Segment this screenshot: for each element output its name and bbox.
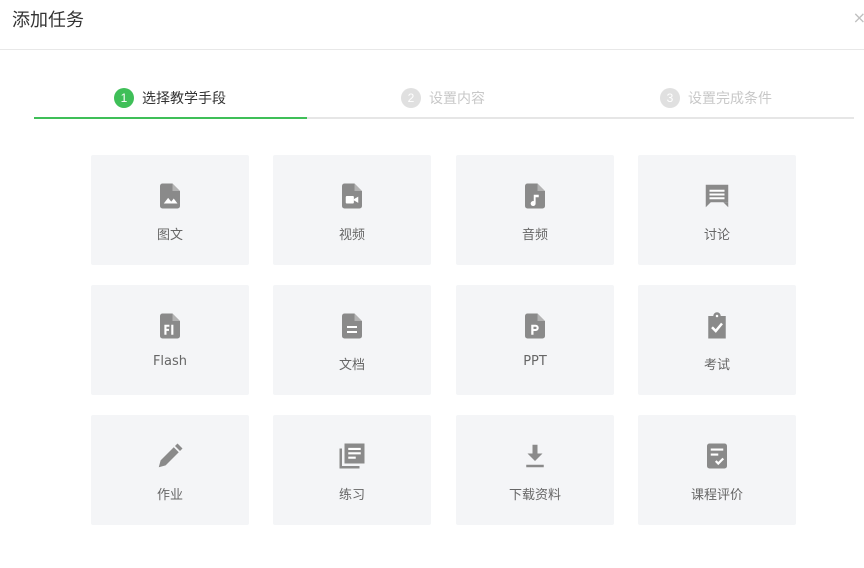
step-3[interactable]: 3 设置完成条件 [660, 78, 772, 118]
add-task-dialog: 添加任务 × 1 选择教学手段 2 设置内容 3 设置完成条件 图文 视频 音频… [0, 0, 864, 568]
step-1[interactable]: 1 选择教学手段 [114, 78, 226, 118]
pencil-icon [155, 441, 185, 471]
tool-grid: 图文 视频 音频 讨论 Flash 文档 PPT 考试 作业 练习 下载资料 课… [91, 155, 797, 525]
step-1-label: 选择教学手段 [142, 91, 226, 107]
tool-card-audio[interactable]: 音频 [456, 155, 614, 265]
dialog-header: 添加任务 × [0, 0, 864, 50]
tool-label: 讨论 [703, 228, 730, 243]
step-2[interactable]: 2 设置内容 [401, 78, 485, 118]
tool-card-exam[interactable]: 考试 [638, 285, 796, 395]
tool-label: 考试 [703, 358, 730, 373]
tool-label: 练习 [338, 488, 365, 503]
tool-card-document[interactable]: 文档 [273, 285, 431, 395]
flash-file-icon [155, 311, 185, 341]
tool-label: 音频 [521, 228, 548, 243]
tool-card-practice[interactable]: 练习 [273, 415, 431, 525]
steps-track-active [34, 117, 307, 119]
ppt-file-icon [520, 311, 550, 341]
step-3-label: 设置完成条件 [688, 91, 772, 107]
tool-card-image-text[interactable]: 图文 [91, 155, 249, 265]
tool-label: 下载资料 [508, 488, 561, 503]
tool-card-homework[interactable]: 作业 [91, 415, 249, 525]
tool-label: 文档 [338, 358, 365, 373]
tool-card-video[interactable]: 视频 [273, 155, 431, 265]
exam-clipboard-icon [702, 311, 732, 341]
tool-label: PPT [523, 354, 547, 369]
tool-label: 作业 [156, 488, 183, 503]
tool-card-flash[interactable]: Flash [91, 285, 249, 395]
video-file-icon [337, 181, 367, 211]
tool-label: 视频 [338, 228, 365, 243]
evaluation-icon [702, 441, 732, 471]
tool-label: Flash [152, 354, 188, 369]
tool-card-ppt[interactable]: PPT [456, 285, 614, 395]
tool-label: 课程评价 [690, 488, 743, 503]
step-3-number: 3 [660, 88, 680, 108]
document-file-icon [337, 311, 367, 341]
step-1-number: 1 [114, 88, 134, 108]
tool-card-download[interactable]: 下载资料 [456, 415, 614, 525]
image-file-icon [155, 181, 185, 211]
step-2-label: 设置内容 [429, 91, 485, 107]
step-2-number: 2 [401, 88, 421, 108]
audio-file-icon [520, 181, 550, 211]
comment-icon [702, 181, 732, 211]
download-icon [520, 441, 550, 471]
tool-card-discussion[interactable]: 讨论 [638, 155, 796, 265]
close-icon[interactable]: × [853, 8, 864, 28]
dialog-title: 添加任务 [12, 10, 84, 31]
tool-card-course-evaluation[interactable]: 课程评价 [638, 415, 796, 525]
tool-label: 图文 [156, 228, 183, 243]
library-books-icon [337, 441, 367, 471]
step-indicator: 1 选择教学手段 2 设置内容 3 设置完成条件 [34, 78, 854, 120]
